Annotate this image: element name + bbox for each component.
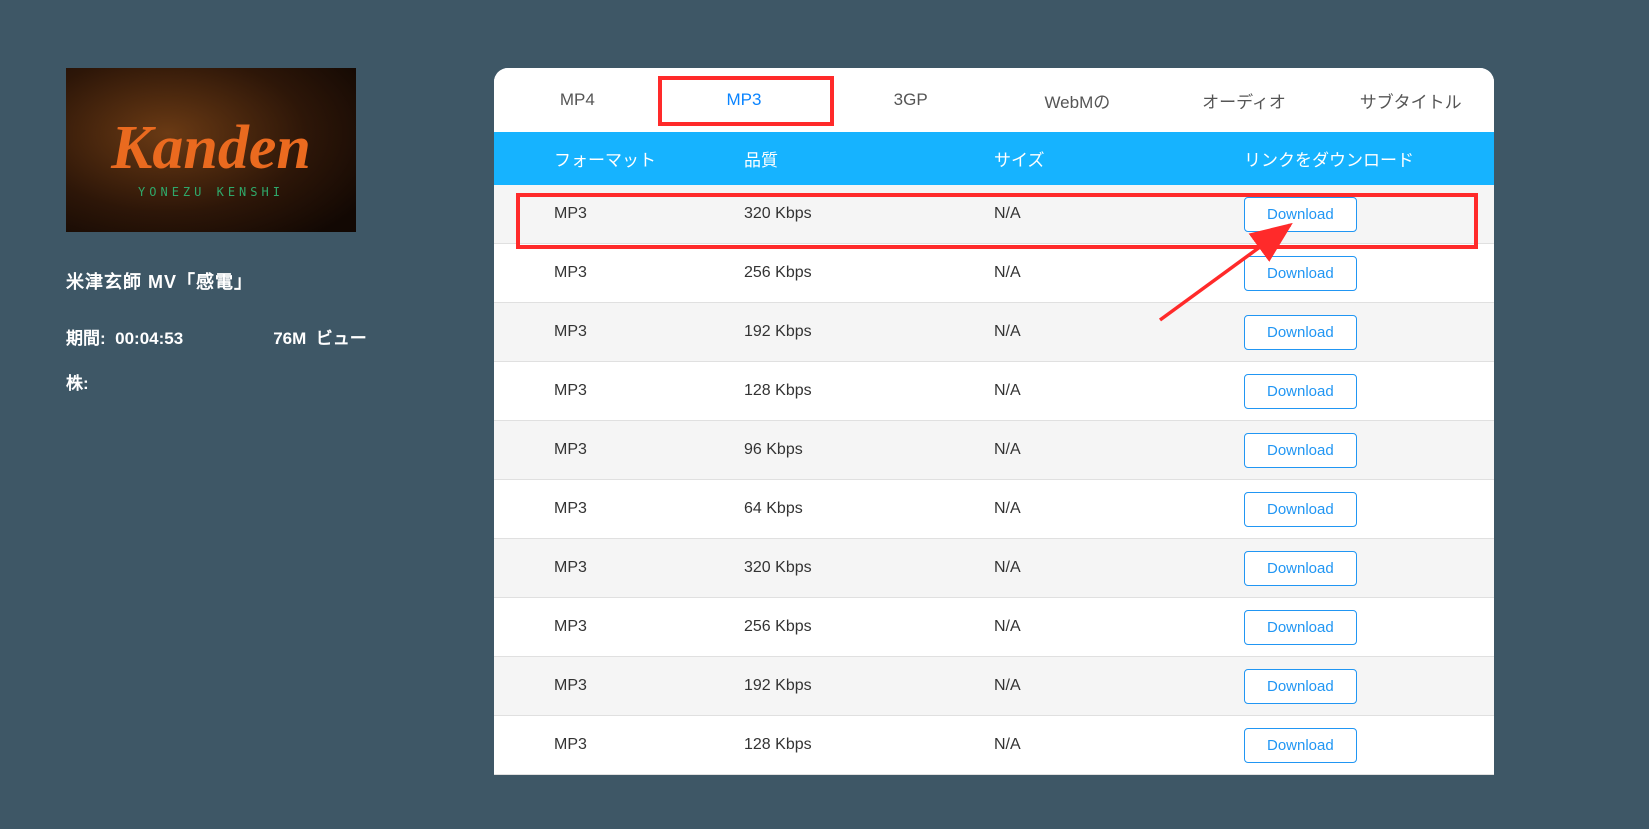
cell-quality: 192 Kbps [744, 323, 994, 341]
video-title: 米津玄師 MV「感電」 [66, 268, 426, 294]
cell-quality: 96 Kbps [744, 441, 994, 459]
format-tabs: MP4 MP3 3GP WebMの オーディオ サブタイトル [494, 68, 1494, 132]
download-button[interactable]: Download [1244, 197, 1357, 232]
cell-size: N/A [994, 264, 1244, 282]
stock-label: 株: [66, 369, 426, 394]
cell-format: MP3 [494, 677, 744, 695]
cell-format: MP3 [494, 559, 744, 577]
cell-link: Download [1244, 197, 1494, 232]
table-row: MP3256 KbpsN/ADownload [494, 244, 1494, 303]
cell-link: Download [1244, 433, 1494, 468]
cell-size: N/A [994, 559, 1244, 577]
cell-link: Download [1244, 315, 1494, 350]
table-header: フォーマット 品質 サイズ リンクをダウンロード [494, 132, 1494, 185]
table-row: MP396 KbpsN/ADownload [494, 421, 1494, 480]
cell-quality: 256 Kbps [744, 264, 994, 282]
download-button[interactable]: Download [1244, 492, 1357, 527]
download-button[interactable]: Download [1244, 669, 1357, 704]
th-size: サイズ [994, 146, 1244, 171]
svg-text:Kanden: Kanden [110, 114, 311, 182]
table-row: MP3320 KbpsN/ADownload [494, 185, 1494, 244]
table-row: MP3320 KbpsN/ADownload [494, 539, 1494, 598]
th-format: フォーマット [494, 146, 744, 171]
table-row: MP3192 KbpsN/ADownload [494, 657, 1494, 716]
download-button[interactable]: Download [1244, 728, 1357, 763]
cell-link: Download [1244, 728, 1494, 763]
cell-quality: 64 Kbps [744, 500, 994, 518]
cell-format: MP3 [494, 500, 744, 518]
table-row: MP3256 KbpsN/ADownload [494, 598, 1494, 657]
cell-size: N/A [994, 618, 1244, 636]
cell-quality: 320 Kbps [744, 205, 994, 223]
cell-format: MP3 [494, 205, 744, 223]
table-row: MP3128 KbpsN/ADownload [494, 362, 1494, 421]
cell-link: Download [1244, 551, 1494, 586]
cell-format: MP3 [494, 736, 744, 754]
th-quality: 品質 [744, 146, 994, 171]
cell-size: N/A [994, 441, 1244, 459]
cell-size: N/A [994, 323, 1244, 341]
tab-mp3[interactable]: MP3 [661, 68, 828, 132]
duration: 期間: 00:04:53 [66, 324, 183, 349]
cell-size: N/A [994, 500, 1244, 518]
cell-quality: 128 Kbps [744, 736, 994, 754]
tab-audio[interactable]: オーディオ [1161, 68, 1328, 132]
cell-size: N/A [994, 677, 1244, 695]
download-button[interactable]: Download [1244, 315, 1357, 350]
views: 76M ビュー [273, 324, 367, 349]
svg-text:YONEZU KENSHI: YONEZU KENSHI [138, 185, 284, 199]
cell-format: MP3 [494, 323, 744, 341]
cell-size: N/A [994, 736, 1244, 754]
cell-link: Download [1244, 610, 1494, 645]
tab-mp4[interactable]: MP4 [494, 68, 661, 132]
cell-format: MP3 [494, 441, 744, 459]
download-button[interactable]: Download [1244, 433, 1357, 468]
cell-quality: 320 Kbps [744, 559, 994, 577]
download-button[interactable]: Download [1244, 256, 1357, 291]
video-thumbnail[interactable]: Kanden YONEZU KENSHI [66, 68, 356, 232]
cell-link: Download [1244, 492, 1494, 527]
cell-size: N/A [994, 205, 1244, 223]
video-info-sidebar: Kanden YONEZU KENSHI 米津玄師 MV「感電」 期間: 00:… [66, 68, 426, 394]
tab-webm[interactable]: WebMの [994, 68, 1161, 132]
cell-link: Download [1244, 669, 1494, 704]
cell-size: N/A [994, 382, 1244, 400]
th-link: リンクをダウンロード [1244, 146, 1494, 171]
cell-format: MP3 [494, 618, 744, 636]
cell-quality: 256 Kbps [744, 618, 994, 636]
cell-format: MP3 [494, 264, 744, 282]
download-button[interactable]: Download [1244, 610, 1357, 645]
cell-link: Download [1244, 256, 1494, 291]
table-row: MP364 KbpsN/ADownload [494, 480, 1494, 539]
table-body: MP3320 KbpsN/ADownloadMP3256 KbpsN/ADown… [494, 185, 1494, 775]
table-row: MP3192 KbpsN/ADownload [494, 303, 1494, 362]
cell-format: MP3 [494, 382, 744, 400]
tab-subtitle[interactable]: サブタイトル [1327, 68, 1494, 132]
download-button[interactable]: Download [1244, 374, 1357, 409]
download-button[interactable]: Download [1244, 551, 1357, 586]
cell-quality: 128 Kbps [744, 382, 994, 400]
table-row: MP3128 KbpsN/ADownload [494, 716, 1494, 775]
download-panel: MP4 MP3 3GP WebMの オーディオ サブタイトル フォーマット 品質… [494, 68, 1494, 775]
tab-3gp[interactable]: 3GP [827, 68, 994, 132]
cell-quality: 192 Kbps [744, 677, 994, 695]
cell-link: Download [1244, 374, 1494, 409]
